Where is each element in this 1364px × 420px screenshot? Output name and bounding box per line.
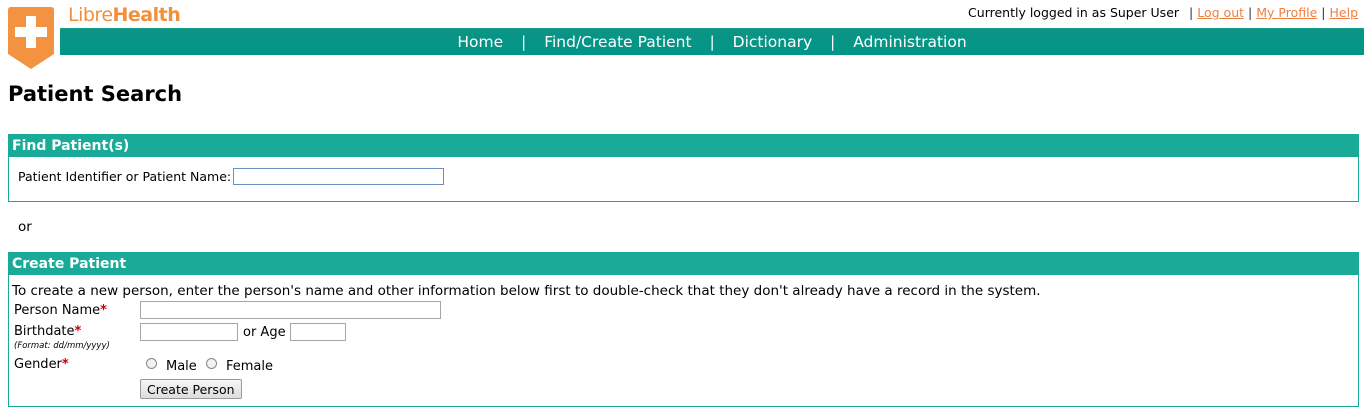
- nav-home[interactable]: Home: [439, 33, 521, 51]
- find-patient-row: Patient Identifier or Patient Name:: [9, 157, 1358, 185]
- create-patient-intro: To create a new person, enter the person…: [12, 283, 1041, 299]
- help-link[interactable]: Help: [1330, 5, 1359, 20]
- nav-administration[interactable]: Administration: [835, 33, 984, 51]
- logout-link[interactable]: Log out: [1197, 5, 1244, 20]
- nav-dictionary[interactable]: Dictionary: [715, 33, 831, 51]
- gender-male-label[interactable]: Male: [166, 359, 197, 374]
- gender-female-label[interactable]: Female: [226, 359, 273, 374]
- main-nav: Home | Find/Create Patient | Dictionary …: [60, 28, 1364, 55]
- person-name-label: Person Name*: [14, 303, 107, 318]
- separator: |: [1189, 5, 1194, 20]
- brand-name-bold: Health: [112, 4, 181, 26]
- birthdate-input[interactable]: [140, 323, 238, 341]
- gender-female-radio[interactable]: [206, 358, 217, 369]
- age-input[interactable]: [290, 323, 346, 341]
- required-marker: *: [100, 303, 107, 318]
- birthdate-label: Birthdate*: [14, 324, 82, 339]
- page-title: Patient Search: [8, 82, 183, 106]
- user-bar: Currently logged in as Super User | Log …: [968, 5, 1358, 20]
- birthdate-format-hint: (Format: dd/mm/yyyy): [14, 341, 110, 351]
- brand-name[interactable]: LibreHealth: [68, 4, 181, 26]
- my-profile-link[interactable]: My Profile: [1256, 5, 1317, 20]
- separator: |: [1321, 5, 1326, 20]
- person-name-input[interactable]: [140, 301, 441, 319]
- find-patient-header: Find Patient(s): [9, 135, 1358, 157]
- gender-label: Gender*: [14, 357, 69, 372]
- required-marker: *: [74, 324, 82, 339]
- patient-search-input[interactable]: [233, 168, 445, 185]
- required-marker: *: [61, 357, 69, 372]
- login-status: Currently logged in as Super User: [968, 5, 1180, 20]
- find-patient-panel: Find Patient(s) Patient Identifier or Pa…: [8, 134, 1359, 202]
- or-age-label: or Age: [243, 325, 286, 340]
- create-patient-header: Create Patient: [9, 253, 1358, 275]
- create-patient-panel: Create Patient To create a new person, e…: [8, 252, 1359, 407]
- gender-male-radio[interactable]: [146, 358, 157, 369]
- or-separator-text: or: [18, 219, 32, 235]
- librehealth-logo-icon: [8, 7, 54, 69]
- brand-name-light: Libre: [68, 4, 113, 26]
- nav-find-create-patient[interactable]: Find/Create Patient: [526, 33, 709, 51]
- separator: |: [1248, 5, 1253, 20]
- patient-search-label: Patient Identifier or Patient Name:: [18, 169, 232, 184]
- create-person-button[interactable]: Create Person: [140, 379, 242, 399]
